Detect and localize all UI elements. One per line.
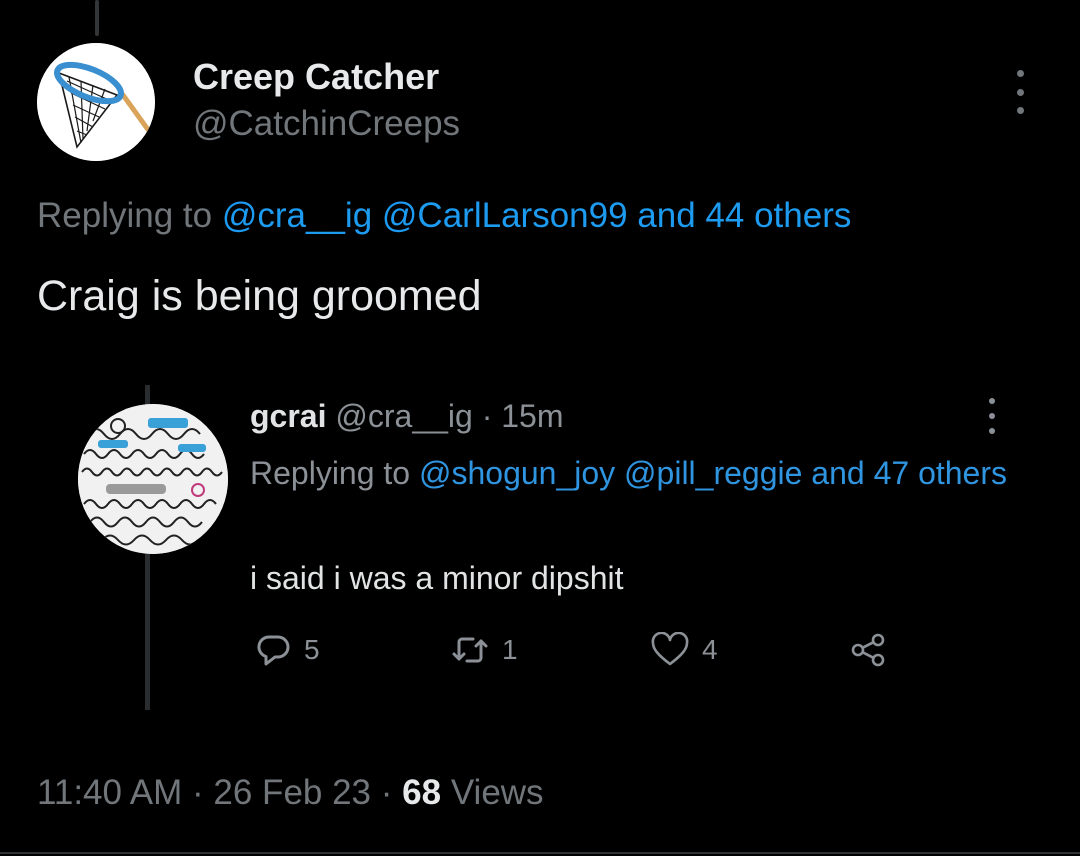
author-handle[interactable]: @CatchinCreeps [193, 104, 460, 144]
reply-bubble-icon [257, 635, 290, 666]
doodle-avatar-icon [78, 404, 228, 554]
net-logo-icon [37, 43, 155, 161]
tweet-text: Craig is being groomed [37, 272, 482, 320]
embedded-mention: @pill_reggie [624, 455, 803, 491]
embedded-mention: @shogun_joy [418, 455, 616, 491]
replying-to-line: Replying to @cra__ig @CarlLarson99 and 4… [37, 196, 851, 236]
embedded-time: 15m [501, 398, 564, 434]
embedded-display-name: gcrai [250, 398, 327, 434]
author-display-name[interactable]: Creep Catcher [193, 56, 439, 98]
views-count[interactable]: 68 [402, 773, 441, 812]
embedded-like-action: 4 [650, 632, 718, 668]
views-label[interactable]: Views [451, 773, 544, 812]
meta-separator: · [192, 773, 204, 812]
heart-icon [651, 632, 689, 666]
reply-count: 5 [304, 634, 320, 665]
more-dots-icon [989, 398, 995, 404]
embedded-replying-to-line: Replying to @shogun_joy @pill_reggie and… [250, 448, 1010, 498]
replying-to-label: Replying to [37, 196, 213, 235]
mention-link[interactable]: @cra__ig [222, 196, 372, 235]
tweet-date[interactable]: 26 Feb 23 [213, 773, 371, 812]
divider [0, 852, 1080, 854]
embedded-retweet-action: 1 [450, 632, 518, 668]
tweet-time[interactable]: 11:40 AM [37, 773, 182, 812]
more-dots-icon [1016, 70, 1024, 77]
embedded-share-action [848, 632, 888, 668]
embedded-header: gcrai @cra__ig · 15m [250, 398, 564, 435]
more-options-button[interactable] [1005, 70, 1035, 114]
share-icon [851, 633, 885, 667]
embedded-replying-label: Replying to [250, 455, 411, 491]
thread-connector-line [95, 0, 99, 36]
embedded-more-options [980, 398, 1004, 434]
retweet-icon [452, 637, 488, 663]
embedded-tweet-text: i said i was a minor dipshit [250, 560, 624, 596]
mention-link[interactable]: @CarlLarson99 [382, 196, 628, 235]
tweet-metadata: 11:40 AM · 26 Feb 23 · 68 Views [37, 773, 544, 813]
others-link[interactable]: and 44 others [637, 196, 851, 235]
retweet-count: 1 [502, 634, 518, 665]
embedded-reply-action: 5 [256, 632, 320, 668]
embedded-separator: · [481, 398, 493, 434]
meta-separator: · [380, 773, 393, 812]
like-count: 4 [702, 634, 718, 665]
embedded-handle: @cra__ig [335, 398, 473, 434]
embedded-others: and 47 others [811, 455, 1007, 491]
author-avatar[interactable] [37, 43, 155, 161]
embedded-author-avatar [78, 404, 228, 554]
